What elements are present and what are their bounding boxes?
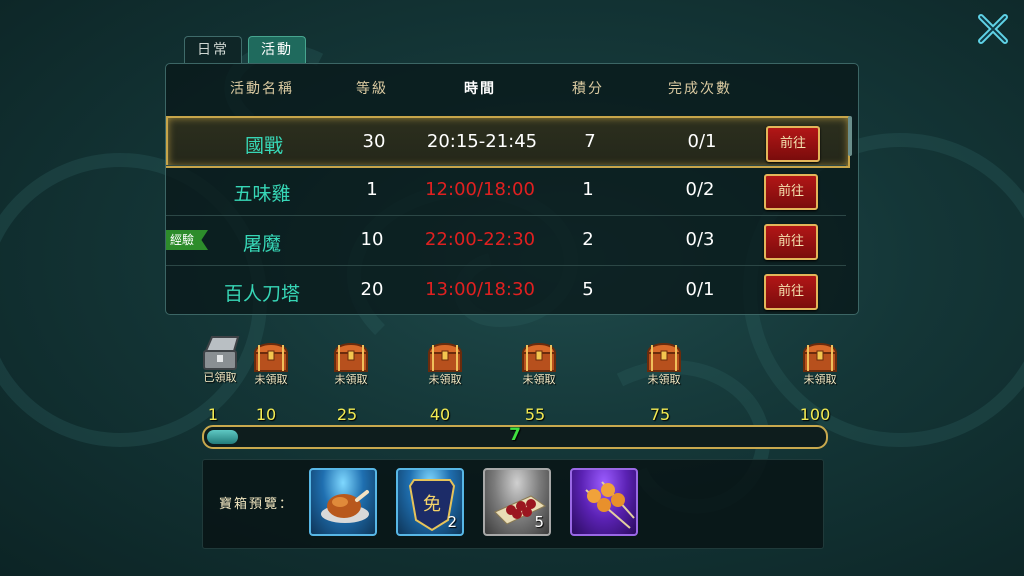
event-points: 2 [582,229,594,250]
go-button[interactable]: 前往 [764,274,818,310]
chest-unclaimed[interactable]: 未領取 [325,337,377,387]
preview-item[interactable] [570,468,638,536]
event-name: 五味雞 [233,183,291,205]
header-completions: 完成次數 [668,81,732,97]
event-completions: 0/1 [685,279,715,300]
points-progress-bar: 7 [202,425,828,449]
chest-claimed[interactable]: 已領取 [194,333,246,385]
event-level: 10 [360,229,384,250]
milestone-value: 25 [336,405,358,424]
chest-status: 未領取 [428,373,462,386]
chest-unclaimed[interactable]: 未領取 [419,337,471,387]
milestone-value: 1 [207,405,219,424]
event-completions: 0/3 [685,229,715,250]
header-time: 時間 [464,81,496,97]
event-points: 1 [582,179,594,200]
preview-item[interactable]: 免 2 [396,468,464,536]
event-time: 20:15-21:45 [426,131,538,152]
milestone-value: 55 [524,405,546,424]
event-time: 13:00/18:30 [425,279,535,300]
event-level: 20 [360,279,384,300]
table-row[interactable]: 五味雞 1 12:00/18:00 1 0/2 前往 [166,165,846,214]
header-points: 積分 [572,81,604,97]
preview-item[interactable] [309,468,377,536]
event-completions: 0/2 [685,179,715,200]
event-points: 7 [584,131,596,152]
treasure-chest-icon [333,343,369,372]
event-time: 12:00/18:00 [425,179,535,200]
tab-bar: 日常 活動 [184,36,306,63]
milestone-value: 100 [799,405,831,424]
table-row[interactable]: 百人刀塔 20 13:00/18:30 5 0/1 前往 [166,265,846,314]
event-completions: 0/1 [687,131,717,152]
item-count: 5 [534,513,544,531]
table-row[interactable]: 國戰 30 20:15-21:45 7 0/1 前往 [166,116,850,168]
progress-value: 7 [509,425,521,445]
event-points: 5 [582,279,594,300]
header-name: 活動名稱 [230,81,294,97]
milestone-value: 75 [649,405,671,424]
chest-unclaimed[interactable]: 未領取 [513,337,565,387]
event-level: 30 [362,131,386,152]
milestone-value: 40 [429,405,451,424]
tab-daily[interactable]: 日常 [184,36,242,63]
chest-status: 未領取 [334,373,368,386]
exemption-token-text: 免 [423,494,441,515]
chest-status: 未領取 [803,373,837,386]
preview-label: 寶箱預覽： [219,497,295,512]
treasure-chest-icon [802,343,838,372]
chest-status: 未領取 [647,373,681,386]
event-name: 屠魔 [242,233,282,255]
event-table: 活動名稱 等級 時間 積分 完成次數 國戰 30 20:15-21:45 7 0… [165,63,859,315]
chest-status: 未領取 [522,373,556,386]
table-header: 活動名稱 等級 時間 積分 完成次數 [166,64,858,114]
milestone-value: 10 [255,405,277,424]
treasure-chest-icon [427,343,463,372]
event-name: 百人刀塔 [223,283,301,305]
event-level: 1 [366,179,378,200]
treasure-chest-icon [253,343,289,372]
treasure-chest-icon [521,343,557,372]
roast-chicken-icon [321,490,369,523]
skewer-icon [585,481,635,529]
chest-status: 已領取 [203,371,237,384]
treasure-chest-icon [646,343,682,372]
go-button[interactable]: 前往 [766,126,820,162]
exp-badge: 經驗 [166,230,209,250]
open-chest-icon [203,336,240,370]
preview-item[interactable]: 5 [483,468,551,536]
event-name: 國戰 [244,135,284,157]
item-count: 2 [447,513,457,531]
tab-events[interactable]: 活動 [248,36,306,63]
go-button[interactable]: 前往 [764,174,818,210]
chest-unclaimed[interactable]: 未領取 [794,337,846,387]
table-scrollbar[interactable] [848,116,852,156]
chest-unclaimed[interactable]: 未領取 [638,337,690,387]
chest-preview-panel: 寶箱預覽： 免 2 5 [202,459,824,549]
chest-unclaimed[interactable]: 未領取 [245,337,297,387]
close-button[interactable] [976,12,1010,46]
event-time: 22:00-22:30 [424,229,536,250]
header-level: 等級 [356,81,388,97]
go-button[interactable]: 前往 [764,224,818,260]
table-row[interactable]: 經驗 屠魔 10 22:00-22:30 2 0/3 前往 [166,215,846,264]
chest-status: 未領取 [254,373,288,386]
close-x-icon [978,14,1008,44]
